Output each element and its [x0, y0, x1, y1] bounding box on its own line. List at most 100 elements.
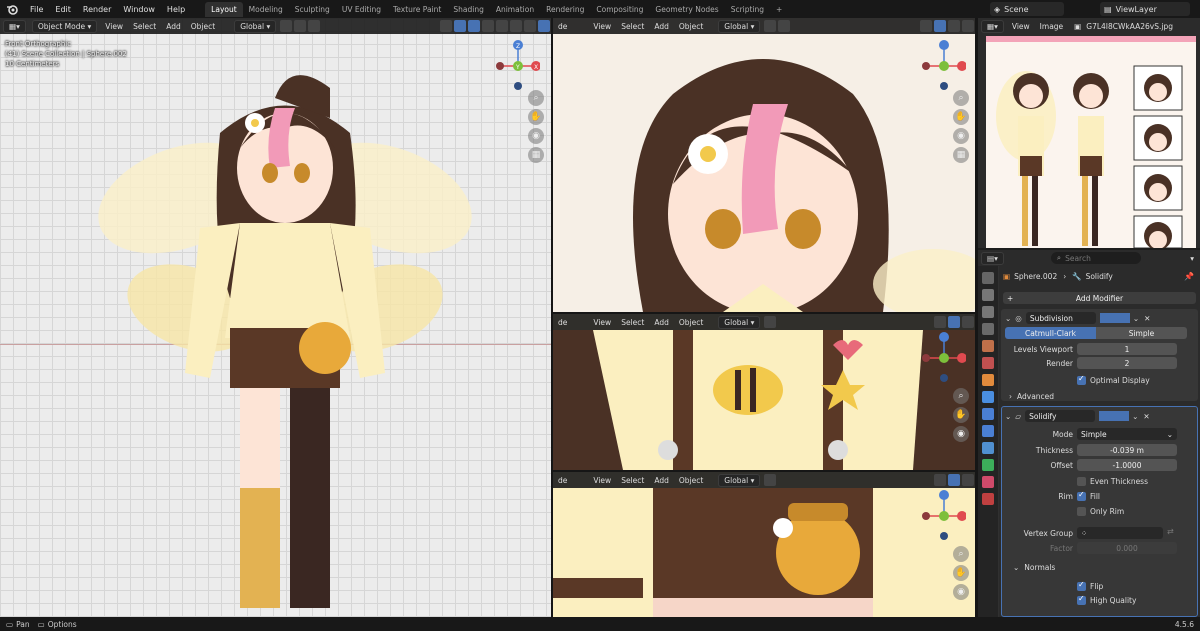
material-tab-icon[interactable]	[982, 476, 994, 488]
render-levels-field[interactable]: 2	[1077, 357, 1177, 369]
invert-arrows-icon[interactable]: ⇄	[1167, 527, 1174, 536]
high-quality-row[interactable]: High Quality	[1077, 594, 1136, 605]
offset-field[interactable]: -1.0000	[1077, 459, 1177, 471]
orientation-dropdown[interactable]: Global ▾	[718, 315, 761, 329]
visibility-icon[interactable]	[934, 316, 946, 328]
view-layer-tab-icon[interactable]	[982, 323, 994, 335]
orientation-dropdown[interactable]: Global ▾	[234, 19, 277, 33]
physics-tab-icon[interactable]	[982, 425, 994, 437]
collapse-chevron-icon[interactable]: ⌄	[1005, 412, 1011, 421]
pan-hand-icon[interactable]: ✋	[953, 565, 969, 581]
visibility-icon[interactable]	[440, 20, 452, 32]
even-thickness-checkbox[interactable]	[1077, 477, 1086, 486]
snap-icon[interactable]	[294, 20, 307, 32]
image-filename[interactable]: G7L4I8CWkAA26vS.jpg	[1081, 22, 1178, 31]
flip-checkbox[interactable]	[1077, 580, 1086, 591]
data-tab-icon[interactable]	[982, 459, 994, 471]
texture-tab-icon[interactable]	[982, 493, 994, 505]
menu-object[interactable]: Object	[186, 22, 220, 31]
edit-mode-toggle-icon[interactable]	[1099, 411, 1110, 421]
optimal-display-row[interactable]: Optimal Display	[1077, 374, 1150, 385]
tab-layout[interactable]: Layout	[205, 1, 243, 17]
snap-icon[interactable]	[764, 20, 777, 32]
snap-icon[interactable]	[764, 474, 777, 486]
mode-dropdown-fragment[interactable]: de	[553, 476, 572, 485]
collapse-chevron-icon[interactable]: ⌄	[1005, 314, 1011, 323]
reference-image[interactable]	[986, 36, 1196, 248]
menu-window[interactable]: Window	[117, 5, 161, 14]
overlay-toggle-icon[interactable]	[948, 20, 960, 32]
menu-object[interactable]: Object	[674, 318, 708, 327]
navigation-gizmo[interactable]	[918, 330, 967, 386]
camera-icon[interactable]: ◉	[953, 426, 969, 442]
ortho-grid-icon[interactable]: ▦	[528, 147, 544, 163]
dropdown-chevron-icon[interactable]: ⌄	[1132, 412, 1138, 421]
flip-row[interactable]: Flip	[1077, 580, 1103, 591]
editor-type-button[interactable]: ▤▾	[981, 251, 1004, 265]
optimal-display-checkbox[interactable]	[1077, 374, 1086, 385]
only-rim-row[interactable]: Only Rim	[1077, 507, 1124, 516]
scene-tab-icon[interactable]	[982, 340, 994, 352]
shading-solid-icon[interactable]	[962, 20, 974, 32]
pan-hand-icon[interactable]: ✋	[953, 109, 969, 125]
camera-icon[interactable]: ◉	[528, 128, 544, 144]
visibility-icon[interactable]	[920, 20, 932, 32]
factor-field[interactable]: 0.000	[1077, 542, 1177, 554]
tab-compositing[interactable]: Compositing	[590, 2, 649, 17]
menu-view[interactable]: View	[588, 476, 616, 485]
levels-viewport-field[interactable]: 1	[1077, 343, 1177, 355]
mode-dropdown-fragment[interactable]: de	[553, 318, 572, 327]
mode-dropdown[interactable]: Object Mode ▾	[31, 19, 98, 33]
pin-icon[interactable]: 📌	[1184, 272, 1194, 281]
menu-view[interactable]: View	[100, 22, 128, 31]
modifier-tab-icon[interactable]	[982, 391, 994, 403]
tab-sculpting[interactable]: Sculpting	[289, 2, 336, 17]
tab-rendering[interactable]: Rendering	[540, 2, 590, 17]
menu-image[interactable]: Image	[1035, 22, 1069, 31]
gizmo-toggle-icon[interactable]	[454, 20, 466, 32]
viewport-torso[interactable]: de View Select Add Object Global ▾ ⌕ ✋ ◉	[553, 314, 975, 470]
catmull-clark-button[interactable]: Catmull-Clark	[1005, 327, 1096, 339]
pan-hand-icon[interactable]: ✋	[953, 407, 969, 423]
viewport-face[interactable]: de View Select Add Object Global ▾ ⌕ ✋ ◉…	[553, 18, 975, 312]
menu-render[interactable]: Render	[77, 5, 117, 14]
normals-subpanel[interactable]: ⌄ Normals	[1013, 563, 1055, 572]
overlay-toggle-icon[interactable]	[468, 20, 480, 32]
shading-material-icon[interactable]	[524, 20, 536, 32]
orientation-dropdown[interactable]: Global ▾	[718, 19, 761, 33]
solidify-name-field[interactable]: Solidify	[1025, 410, 1096, 422]
realtime-toggle-icon[interactable]	[1109, 411, 1120, 421]
visibility-icon[interactable]	[934, 474, 946, 486]
editor-type-button[interactable]: ▦▾	[3, 19, 26, 33]
menu-select[interactable]: Select	[128, 22, 161, 31]
edit-mode-toggle-icon[interactable]	[1099, 313, 1110, 323]
advanced-subpanel[interactable]: › Advanced	[1009, 392, 1054, 401]
navigation-gizmo[interactable]: Z X Y	[492, 38, 541, 94]
zoom-icon[interactable]: ⌕	[953, 546, 969, 562]
tab-animation[interactable]: Animation	[490, 2, 540, 17]
menu-add[interactable]: Add	[649, 318, 674, 327]
gizmo-toggle-icon[interactable]	[948, 316, 960, 328]
high-quality-checkbox[interactable]	[1077, 594, 1086, 605]
main-3d-viewport[interactable]: ▦▾ Object Mode ▾ View Select Add Object …	[0, 18, 551, 617]
world-tab-icon[interactable]	[982, 357, 994, 369]
shading-solid-icon[interactable]	[962, 474, 974, 486]
close-icon[interactable]: ✕	[1143, 412, 1149, 421]
even-thickness-row[interactable]: Even Thickness	[1077, 477, 1148, 486]
scene-selector[interactable]: ◈ Scene	[990, 2, 1064, 16]
xray-icon[interactable]	[482, 20, 494, 32]
menu-select[interactable]: Select	[616, 476, 649, 485]
menu-view[interactable]: View	[1007, 22, 1035, 31]
realtime-toggle-icon[interactable]	[1109, 313, 1120, 323]
tool-tab-icon[interactable]	[982, 272, 994, 284]
menu-select[interactable]: Select	[616, 22, 649, 31]
pan-hand-icon[interactable]: ✋	[528, 109, 544, 125]
thickness-field[interactable]: -0.039 m	[1077, 444, 1177, 456]
menu-add[interactable]: Add	[649, 22, 674, 31]
menu-view[interactable]: View	[588, 318, 616, 327]
constraints-tab-icon[interactable]	[982, 442, 994, 454]
dropdown-chevron-icon[interactable]: ⌄	[1133, 314, 1139, 323]
particles-tab-icon[interactable]	[982, 408, 994, 420]
tab-shading[interactable]: Shading	[447, 2, 489, 17]
navigation-gizmo[interactable]	[918, 38, 967, 94]
